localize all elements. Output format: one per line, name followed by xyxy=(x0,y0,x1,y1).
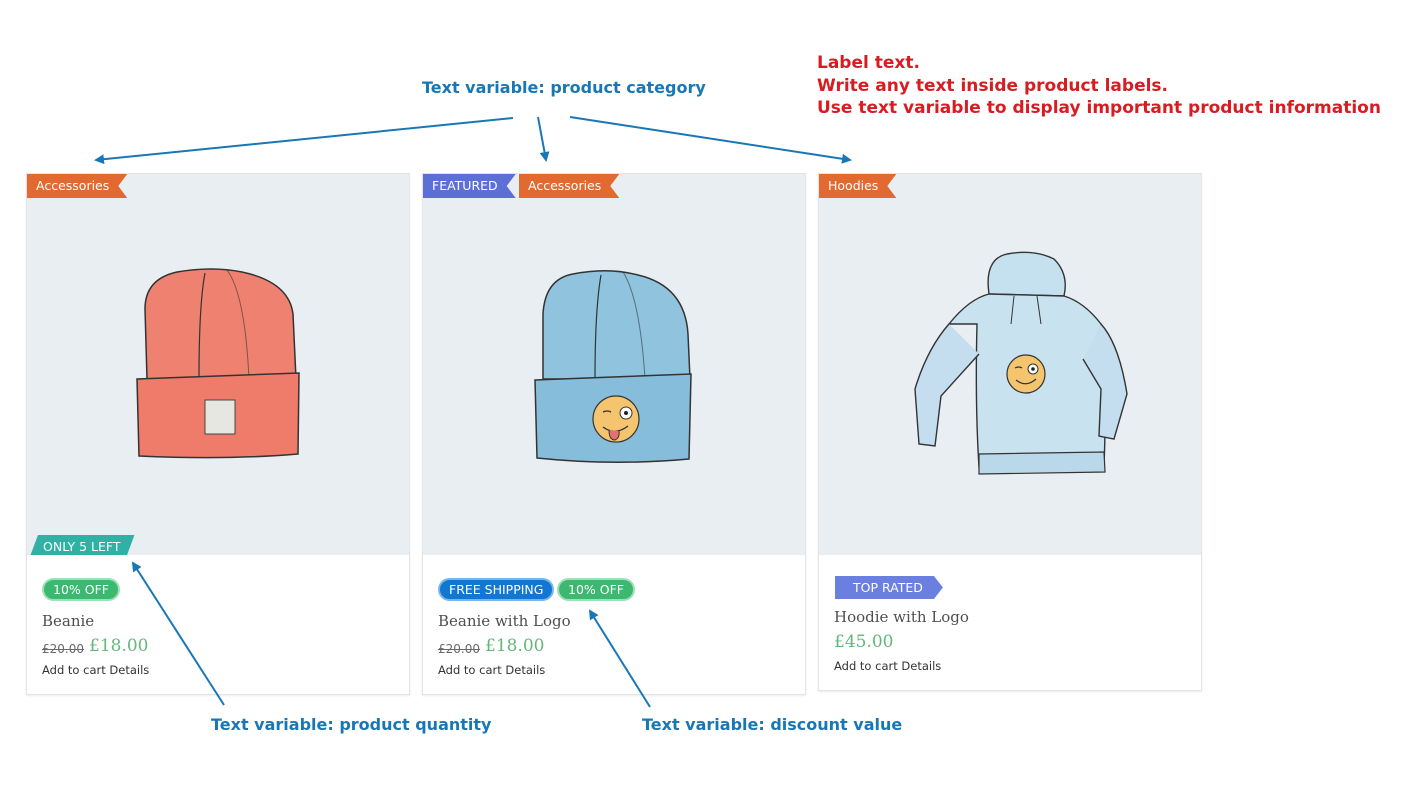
product-title[interactable]: Beanie xyxy=(42,612,94,630)
blue-beanie-with-logo-illustration xyxy=(534,269,692,464)
stock-label: ONLY 5 LEFT xyxy=(29,535,135,555)
details-link[interactable]: Details xyxy=(901,659,941,673)
arrow-to-card3-category xyxy=(569,116,852,164)
card-actions: Add to cart Details xyxy=(834,659,941,673)
old-price: £20.00 xyxy=(42,642,84,656)
product-image[interactable]: ONLY 5 LEFT xyxy=(27,174,409,555)
annotation-label-line-3: Use text variable to display important p… xyxy=(817,98,1381,118)
annotation-product-category: Text variable: product category xyxy=(422,78,706,97)
old-price: £20.00 xyxy=(438,642,480,656)
product-image[interactable] xyxy=(423,174,805,555)
category-label: Accessories xyxy=(27,174,127,198)
product-card-beanie[interactable]: ONLY 5 LEFT Accessories 10% OFF Beanie £… xyxy=(26,173,410,695)
sale-price: £18.00 xyxy=(485,636,545,656)
annotation-label-line-1: Label text. xyxy=(817,53,920,73)
annotation-discount-value: Text variable: discount value xyxy=(642,715,903,734)
arrow-to-card2-category xyxy=(537,116,550,162)
red-beanie-illustration xyxy=(136,268,300,459)
card-actions: Add to cart Details xyxy=(42,663,149,677)
discount-badge: 10% OFF xyxy=(42,578,120,601)
arrow-to-card1-category xyxy=(94,117,514,165)
product-card-beanie-with-logo[interactable]: FEATURED Accessories FREE SHIPPING 10% O… xyxy=(422,173,806,695)
add-to-cart-link[interactable]: Add to cart xyxy=(834,659,898,673)
hoodie-with-logo-illustration xyxy=(914,251,1128,475)
product-card-hoodie-with-logo[interactable]: Hoodies TOP RATED Hoodie with Logo £45.0… xyxy=(818,173,1202,691)
add-to-cart-link[interactable]: Add to cart xyxy=(438,663,502,677)
category-label: Hoodies xyxy=(819,174,896,198)
add-to-cart-link[interactable]: Add to cart xyxy=(42,663,106,677)
details-link[interactable]: Details xyxy=(109,663,149,677)
product-title[interactable]: Beanie with Logo xyxy=(438,612,571,630)
product-image[interactable] xyxy=(819,174,1201,555)
top-rated-label: TOP RATED xyxy=(835,576,943,599)
annotation-label-text: Label text. Write any text inside produc… xyxy=(817,52,1381,120)
product-title[interactable]: Hoodie with Logo xyxy=(834,608,969,626)
discount-badge: 10% OFF xyxy=(557,578,635,601)
annotation-label-line-2: Write any text inside product labels. xyxy=(817,75,1168,96)
card-actions: Add to cart Details xyxy=(438,663,545,677)
price: £45.00 xyxy=(834,632,894,652)
sale-price: £18.00 xyxy=(89,636,149,656)
annotation-product-quantity: Text variable: product quantity xyxy=(211,715,492,734)
category-label: Accessories xyxy=(519,174,619,198)
featured-label: FEATURED xyxy=(423,174,516,198)
details-link[interactable]: Details xyxy=(505,663,545,677)
free-shipping-badge: FREE SHIPPING xyxy=(438,578,555,601)
